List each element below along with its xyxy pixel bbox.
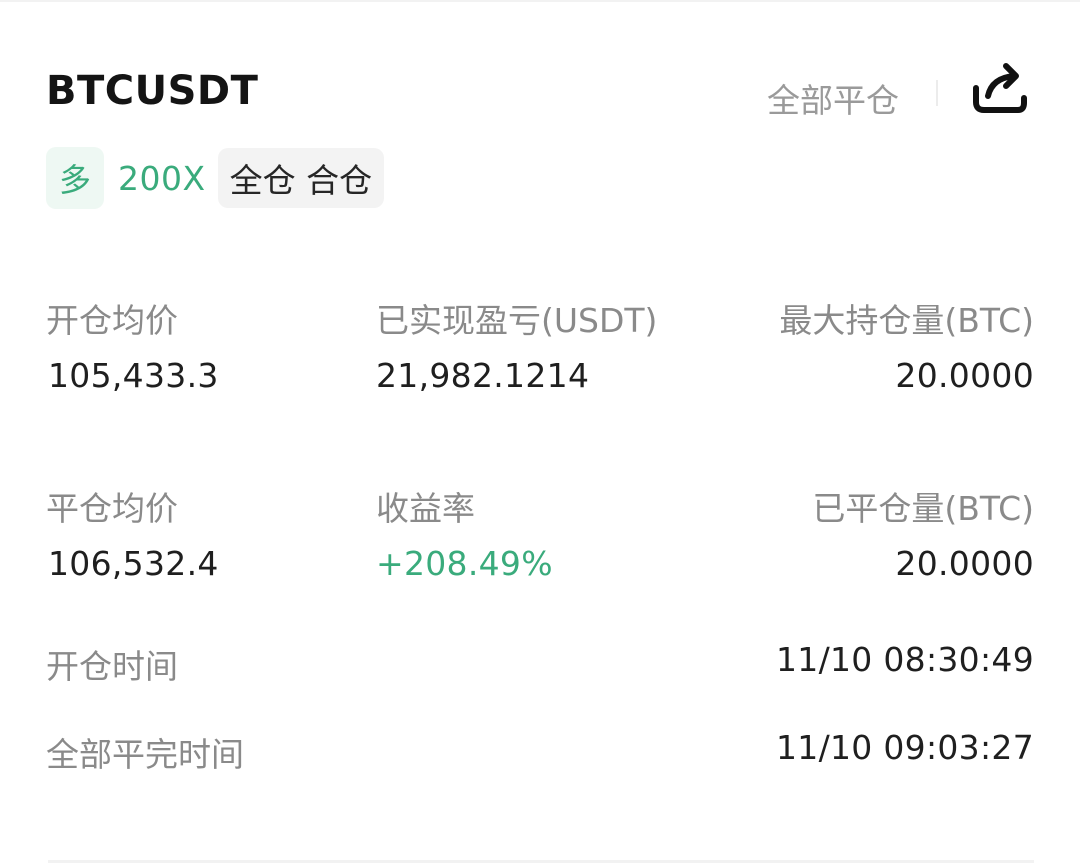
long-side-badge: 多 <box>46 147 104 209</box>
full-close-time-value: 11/10 09:03:27 <box>775 728 1034 767</box>
share-button[interactable] <box>966 58 1032 118</box>
open-avg-price-label: 开仓均价 <box>46 301 178 340</box>
top-divider <box>0 0 1080 2</box>
open-time-value: 11/10 08:30:49 <box>775 640 1034 679</box>
bottom-divider <box>48 860 1034 863</box>
roi-value: +208.49% <box>376 544 553 583</box>
open-avg-price-value: 105,433.3 <box>48 356 219 395</box>
realized-pnl-label: 已实现盈亏(USDT) <box>376 301 658 340</box>
leverage-badge: 200X <box>118 158 206 198</box>
position-badges: 多 200X 全仓 合仓 <box>46 146 385 210</box>
close-avg-price-label: 平仓均价 <box>46 489 178 528</box>
max-position-value: 20.0000 <box>895 356 1034 395</box>
symbol-title: BTCUSDT <box>46 68 259 114</box>
full-close-time-label: 全部平完时间 <box>46 735 244 774</box>
open-time-label: 开仓时间 <box>46 647 178 686</box>
close-avg-price-value: 106,532.4 <box>48 544 219 583</box>
header-divider <box>936 80 938 106</box>
closed-amount-label: 已平仓量(BTC) <box>812 489 1034 528</box>
share-icon <box>973 63 1027 113</box>
max-position-label: 最大持仓量(BTC) <box>779 301 1034 340</box>
close-all-button[interactable]: 全部平仓 <box>767 74 899 122</box>
position-history-card: BTCUSDT 全部平仓 多 200X 全仓 合仓 开仓均价 105,433.3… <box>0 0 1080 868</box>
closed-amount-value: 20.0000 <box>895 544 1034 583</box>
margin-mode-badge: 全仓 合仓 <box>217 148 385 208</box>
roi-label: 收益率 <box>376 489 475 528</box>
realized-pnl-value: 21,982.1214 <box>376 356 590 395</box>
